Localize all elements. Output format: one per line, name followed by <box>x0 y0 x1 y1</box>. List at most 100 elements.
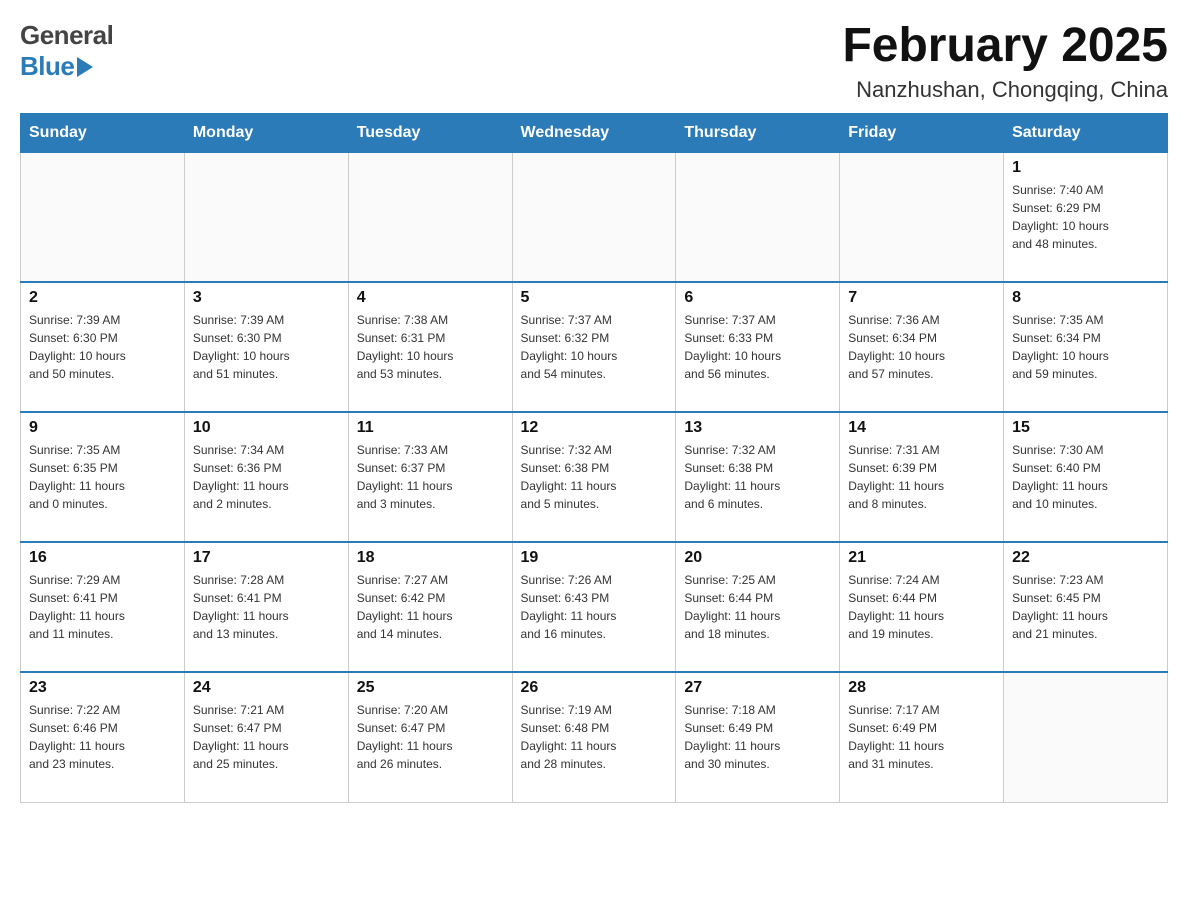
day-number: 27 <box>684 679 831 697</box>
calendar-day: 22 Sunrise: 7:23 AM Sunset: 6:45 PM Dayli… <box>1004 542 1168 672</box>
header-monday: Monday <box>184 113 348 152</box>
calendar-day: 15 Sunrise: 7:30 AM Sunset: 6:40 PM Dayli… <box>1004 412 1168 542</box>
calendar-day <box>840 152 1004 282</box>
day-number: 17 <box>193 549 340 567</box>
day-info: Sunrise: 7:28 AM Sunset: 6:41 PM Dayligh… <box>193 571 340 643</box>
day-number: 3 <box>193 289 340 307</box>
calendar-day: 24 Sunrise: 7:21 AM Sunset: 6:47 PM Dayli… <box>184 672 348 802</box>
header-friday: Friday <box>840 113 1004 152</box>
calendar-day: 11Sunrise: 7:33 AM Sunset: 6:37 PM Dayli… <box>348 412 512 542</box>
day-info: Sunrise: 7:40 AM Sunset: 6:29 PM Dayligh… <box>1012 181 1159 253</box>
calendar-week-3: 9 Sunrise: 7:35 AM Sunset: 6:35 PM Daylig… <box>21 412 1168 542</box>
day-number: 25 <box>357 679 504 697</box>
calendar-day: 12 Sunrise: 7:32 AM Sunset: 6:38 PM Dayli… <box>512 412 676 542</box>
day-info: Sunrise: 7:37 AM Sunset: 6:32 PM Dayligh… <box>521 311 668 383</box>
day-number: 11 <box>357 419 504 437</box>
day-info: Sunrise: 7:36 AM Sunset: 6:34 PM Dayligh… <box>848 311 995 383</box>
day-info: Sunrise: 7:31 AM Sunset: 6:39 PM Dayligh… <box>848 441 995 513</box>
day-info: Sunrise: 7:39 AM Sunset: 6:30 PM Dayligh… <box>29 311 176 383</box>
day-number: 20 <box>684 549 831 567</box>
weekday-header-row: Sunday Monday Tuesday Wednesday Thursday… <box>21 113 1168 152</box>
month-title: February 2025 <box>842 20 1168 73</box>
calendar-day: 13 Sunrise: 7:32 AM Sunset: 6:38 PM Dayli… <box>676 412 840 542</box>
calendar-day <box>184 152 348 282</box>
day-number: 24 <box>193 679 340 697</box>
calendar-day: 25 Sunrise: 7:20 AM Sunset: 6:47 PM Dayli… <box>348 672 512 802</box>
calendar-table: Sunday Monday Tuesday Wednesday Thursday… <box>20 113 1168 803</box>
day-info: Sunrise: 7:21 AM Sunset: 6:47 PM Dayligh… <box>193 701 340 773</box>
calendar-week-1: 1Sunrise: 7:40 AM Sunset: 6:29 PM Daylig… <box>21 152 1168 282</box>
day-number: 4 <box>357 289 504 307</box>
header-wednesday: Wednesday <box>512 113 676 152</box>
calendar-day: 5Sunrise: 7:37 AM Sunset: 6:32 PM Daylig… <box>512 282 676 412</box>
calendar-day: 16 Sunrise: 7:29 AM Sunset: 6:41 PM Dayli… <box>21 542 185 672</box>
location-title: Nanzhushan, Chongqing, China <box>842 77 1168 103</box>
day-number: 26 <box>521 679 668 697</box>
calendar-week-4: 16 Sunrise: 7:29 AM Sunset: 6:41 PM Dayli… <box>21 542 1168 672</box>
calendar-day: 7 Sunrise: 7:36 AM Sunset: 6:34 PM Daylig… <box>840 282 1004 412</box>
calendar-day: 17 Sunrise: 7:28 AM Sunset: 6:41 PM Dayli… <box>184 542 348 672</box>
calendar-day <box>21 152 185 282</box>
day-info: Sunrise: 7:27 AM Sunset: 6:42 PM Dayligh… <box>357 571 504 643</box>
day-number: 22 <box>1012 549 1159 567</box>
day-number: 23 <box>29 679 176 697</box>
day-info: Sunrise: 7:26 AM Sunset: 6:43 PM Dayligh… <box>521 571 668 643</box>
logo-general: General <box>20 20 113 51</box>
calendar-day: 27 Sunrise: 7:18 AM Sunset: 6:49 PM Dayli… <box>676 672 840 802</box>
calendar-day: 20 Sunrise: 7:25 AM Sunset: 6:44 PM Dayli… <box>676 542 840 672</box>
calendar-day: 6Sunrise: 7:37 AM Sunset: 6:33 PM Daylig… <box>676 282 840 412</box>
day-number: 12 <box>521 419 668 437</box>
day-info: Sunrise: 7:29 AM Sunset: 6:41 PM Dayligh… <box>29 571 176 643</box>
day-info: Sunrise: 7:18 AM Sunset: 6:49 PM Dayligh… <box>684 701 831 773</box>
day-number: 10 <box>193 419 340 437</box>
day-info: Sunrise: 7:17 AM Sunset: 6:49 PM Dayligh… <box>848 701 995 773</box>
day-info: Sunrise: 7:35 AM Sunset: 6:35 PM Dayligh… <box>29 441 176 513</box>
day-info: Sunrise: 7:34 AM Sunset: 6:36 PM Dayligh… <box>193 441 340 513</box>
day-info: Sunrise: 7:30 AM Sunset: 6:40 PM Dayligh… <box>1012 441 1159 513</box>
header-tuesday: Tuesday <box>348 113 512 152</box>
day-number: 28 <box>848 679 995 697</box>
day-number: 16 <box>29 549 176 567</box>
header-sunday: Sunday <box>21 113 185 152</box>
day-info: Sunrise: 7:32 AM Sunset: 6:38 PM Dayligh… <box>521 441 668 513</box>
day-info: Sunrise: 7:32 AM Sunset: 6:38 PM Dayligh… <box>684 441 831 513</box>
day-number: 2 <box>29 289 176 307</box>
calendar-day: 18Sunrise: 7:27 AM Sunset: 6:42 PM Dayli… <box>348 542 512 672</box>
calendar-day <box>348 152 512 282</box>
day-info: Sunrise: 7:19 AM Sunset: 6:48 PM Dayligh… <box>521 701 668 773</box>
logo-blue: Blue <box>20 51 113 82</box>
calendar-day: 23 Sunrise: 7:22 AM Sunset: 6:46 PM Dayli… <box>21 672 185 802</box>
logo: General Blue <box>20 20 113 82</box>
day-number: 9 <box>29 419 176 437</box>
calendar-week-2: 2 Sunrise: 7:39 AM Sunset: 6:30 PM Daylig… <box>21 282 1168 412</box>
day-info: Sunrise: 7:39 AM Sunset: 6:30 PM Dayligh… <box>193 311 340 383</box>
calendar-day: 26 Sunrise: 7:19 AM Sunset: 6:48 PM Dayli… <box>512 672 676 802</box>
calendar-day: 2 Sunrise: 7:39 AM Sunset: 6:30 PM Daylig… <box>21 282 185 412</box>
calendar-day: 3 Sunrise: 7:39 AM Sunset: 6:30 PM Daylig… <box>184 282 348 412</box>
calendar-day: 4 Sunrise: 7:38 AM Sunset: 6:31 PM Daylig… <box>348 282 512 412</box>
calendar-day: 9 Sunrise: 7:35 AM Sunset: 6:35 PM Daylig… <box>21 412 185 542</box>
day-number: 7 <box>848 289 995 307</box>
day-info: Sunrise: 7:25 AM Sunset: 6:44 PM Dayligh… <box>684 571 831 643</box>
day-info: Sunrise: 7:22 AM Sunset: 6:46 PM Dayligh… <box>29 701 176 773</box>
day-number: 14 <box>848 419 995 437</box>
day-info: Sunrise: 7:20 AM Sunset: 6:47 PM Dayligh… <box>357 701 504 773</box>
day-info: Sunrise: 7:23 AM Sunset: 6:45 PM Dayligh… <box>1012 571 1159 643</box>
page-header: General Blue February 2025 Nanzhushan, C… <box>20 20 1168 103</box>
day-info: Sunrise: 7:24 AM Sunset: 6:44 PM Dayligh… <box>848 571 995 643</box>
calendar-day: 28 Sunrise: 7:17 AM Sunset: 6:49 PM Dayli… <box>840 672 1004 802</box>
title-block: February 2025 Nanzhushan, Chongqing, Chi… <box>842 20 1168 103</box>
calendar-day: 8 Sunrise: 7:35 AM Sunset: 6:34 PM Daylig… <box>1004 282 1168 412</box>
day-number: 15 <box>1012 419 1159 437</box>
day-number: 8 <box>1012 289 1159 307</box>
calendar-day <box>676 152 840 282</box>
day-number: 13 <box>684 419 831 437</box>
day-info: Sunrise: 7:38 AM Sunset: 6:31 PM Dayligh… <box>357 311 504 383</box>
calendar-day: 1Sunrise: 7:40 AM Sunset: 6:29 PM Daylig… <box>1004 152 1168 282</box>
calendar-day <box>1004 672 1168 802</box>
day-number: 6 <box>684 289 831 307</box>
logo-triangle-icon <box>77 57 93 77</box>
calendar-day: 21Sunrise: 7:24 AM Sunset: 6:44 PM Dayli… <box>840 542 1004 672</box>
day-info: Sunrise: 7:35 AM Sunset: 6:34 PM Dayligh… <box>1012 311 1159 383</box>
calendar-day <box>512 152 676 282</box>
